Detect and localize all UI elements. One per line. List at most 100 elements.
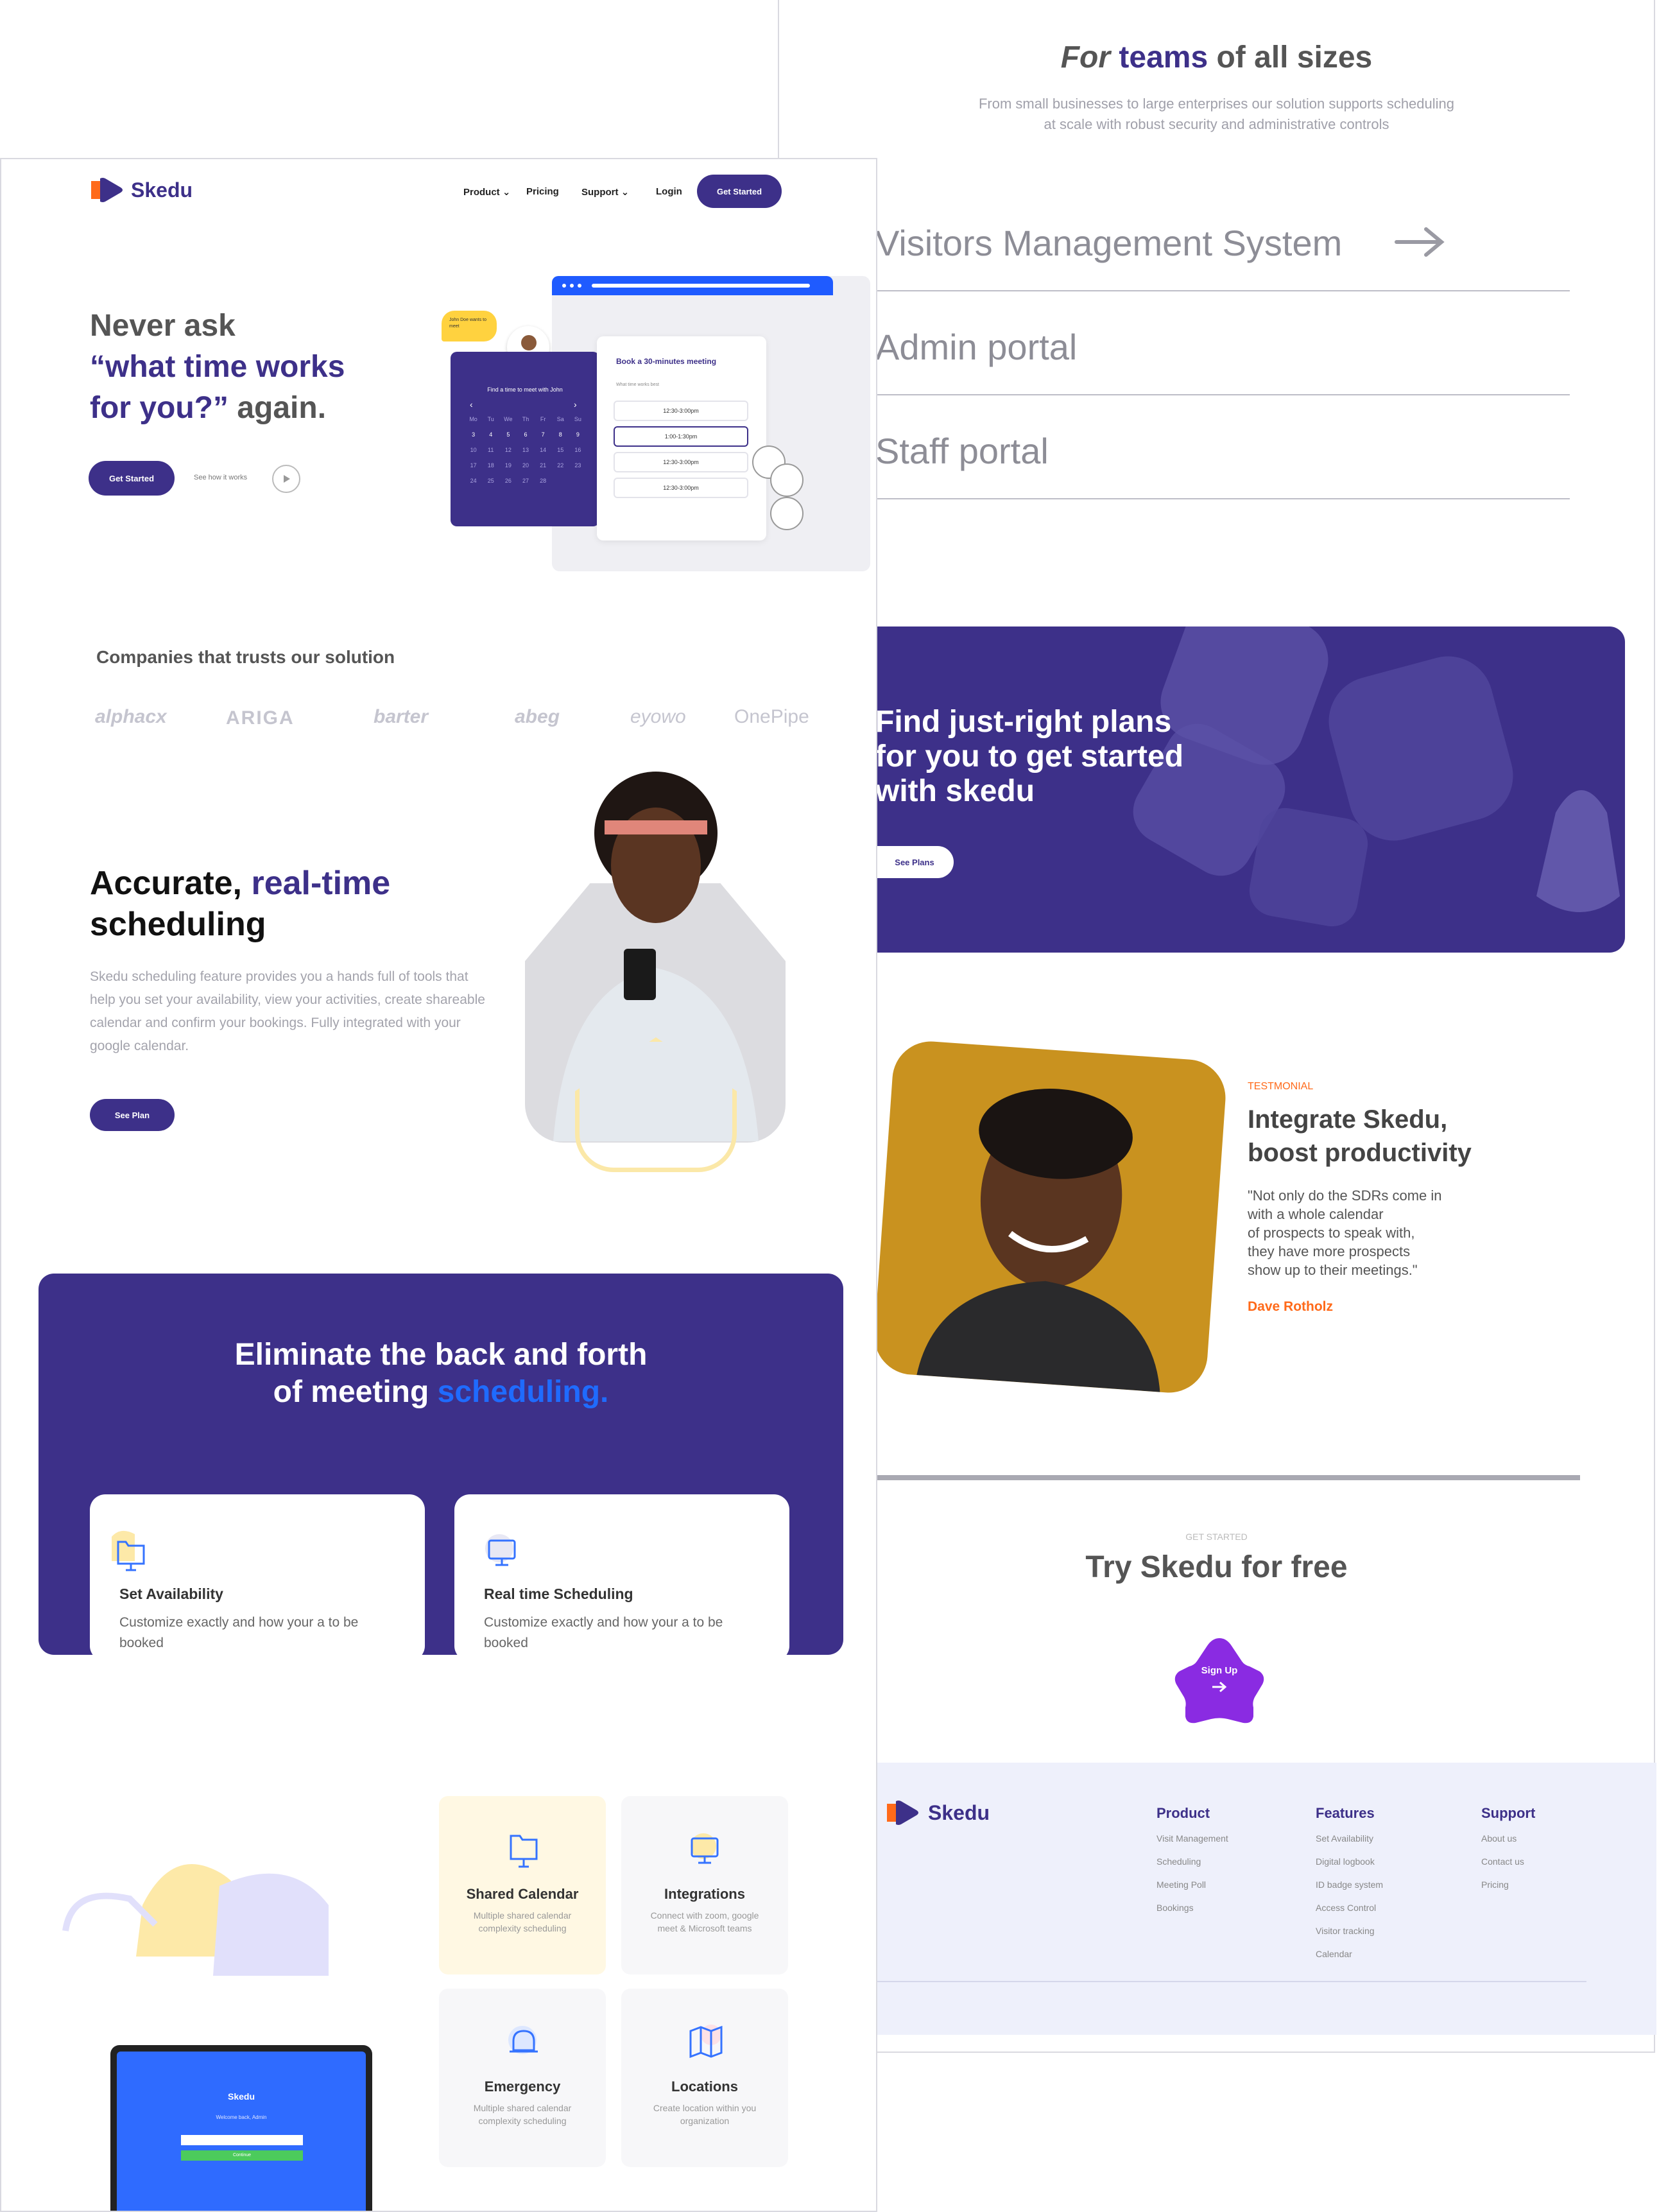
plans-banner: Find just-right plans for you to get star… [875,626,1625,953]
company-logo-barter: barter [374,706,429,727]
divider [875,290,1570,291]
footer-logo[interactable]: Skedu [884,1799,990,1827]
calendar-card: Find a time to meet with John ‹ › Mo Tu We… [451,352,599,526]
teams-title: For teams of all sizes [1060,40,1373,74]
signup-kicker: GET STARTED [1185,1532,1248,1542]
see-plan-button[interactable]: See Plan [90,1099,175,1131]
footer-link[interactable]: Visit Management [1156,1833,1228,1844]
footer: Skedu Product Visit Management Schedulin… [875,1763,1656,2035]
tile-text: Connect with zoom, google meet & Microso… [650,1910,759,1933]
hero-heading: Never ask “what time works for you?” aga… [90,309,345,425]
company-logo-alphacx: alphacx [95,706,167,727]
booking-card: Book a 30-minutes meeting What time work… [597,336,766,540]
monitor-icon [691,1833,719,1864]
company-logo-abeg: abeg [515,706,560,727]
laptop-screen: Skedu Welcome back, Admin Continue [110,2045,372,2211]
divider [875,498,1570,499]
see-plans-button[interactable]: See Plans [875,846,954,878]
tile-shared-calendar[interactable]: Shared Calendar Multiple shared calendar… [439,1796,606,1974]
company-logo-ariga: ARIGA [226,707,295,729]
play-icon[interactable] [272,465,300,493]
footer-link[interactable]: Scheduling [1156,1856,1201,1867]
left-page: Skedu Product ⌄ Pricing Support ⌄ Login … [0,158,877,2212]
footer-link[interactable]: Pricing [1481,1879,1509,1890]
feature-card-availability[interactable]: Set Availability Customize exactly and h… [90,1494,425,1655]
footer-link[interactable]: Visitor tracking [1316,1926,1375,1936]
right-page: For teams of all sizes From small busine… [778,0,1656,2053]
signup-title: Try Skedu for free [1085,1550,1348,1584]
sign-up-button[interactable]: Sign Up [1173,1636,1266,1725]
alarm-icon [508,2026,538,2054]
folder-icon [112,1530,145,1571]
browser-bar [552,276,833,295]
laptop-welcome: Welcome back, Admin [216,2114,267,2120]
footer-link[interactable]: About us [1481,1833,1517,1844]
tile-emergency[interactable]: Emergency Multiple shared calendar compl… [439,1989,606,2167]
footer-link[interactable]: Set Availability [1316,1833,1373,1844]
teams-subtitle: From small businesses to large enterpris… [978,96,1455,132]
testimonial-photo [872,1039,1228,1395]
footer-link[interactable]: Calendar [1316,1949,1352,1959]
feature-body: Skedu scheduling feature provides you a … [90,969,485,1053]
testimonial-title: Integrate Skedu, boost productivity [1248,1105,1472,1167]
solution-admin[interactable]: Admin portal [875,326,1077,368]
chevron-down-icon: ⌄ [502,187,511,198]
footer-heading-product: Product [1156,1805,1210,1821]
folder-icon [510,1835,538,1868]
tile-text: Create location within you organization [653,2103,757,2126]
time-slot[interactable]: 12:30-3:00pm [614,478,748,498]
footer-link[interactable]: Meeting Poll [1156,1879,1206,1890]
nav-login[interactable]: Login [656,186,682,197]
see-how-it-works-link[interactable]: See how it works [194,474,247,481]
chevron-right-icon[interactable]: › [574,399,577,410]
logo[interactable]: Skedu [89,176,193,204]
solution-visitors[interactable]: Visitors Management System [875,222,1342,264]
section-divider [875,1475,1580,1480]
card-title: Set Availability [119,1586,223,1602]
footer-link[interactable]: Contact us [1481,1856,1524,1867]
eliminate-section: Eliminate the back and forth of meeting … [39,1274,843,1655]
hero-get-started-button[interactable]: Get Started [89,461,175,496]
card-title: Real time Scheduling [484,1586,633,1602]
arrow-right-icon[interactable] [1394,226,1445,258]
solution-staff[interactable]: Staff portal [875,430,1049,472]
tile-integrations[interactable]: Integrations Connect with zoom, google m… [621,1796,788,1974]
company-logo-onepipe: OnePipe [734,706,809,727]
footer-link[interactable]: Digital logbook [1316,1856,1375,1867]
footer-link[interactable]: ID badge system [1316,1879,1383,1890]
tile-text: Multiple shared calendar complexity sche… [473,1910,572,1933]
feature-card-realtime[interactable]: Real time Scheduling Customize exactly a… [454,1494,789,1655]
tile-text: Multiple shared calendar complexity sche… [473,2103,572,2126]
arrow-right-icon [1212,1681,1227,1693]
circle-decoration [770,463,804,497]
calendar-grid: Mo Tu We Th Fr Sa Su 3456789 10 11 12 13 14 15 16 17… [469,416,581,484]
time-slot[interactable]: 12:30-3:00pm [614,452,748,472]
decorative-blobs [62,1864,329,1976]
chevron-left-icon[interactable]: ‹ [470,399,473,410]
time-slot-selected[interactable]: 1:00-1:30pm [614,426,748,447]
companies-title: Companies that trusts our solution [96,647,395,667]
nav-support[interactable]: Support ⌄ [581,186,629,198]
solutions-list: Visitors Management System Admin portal … [875,193,1570,514]
eliminate-heading: Eliminate the back and forth of meeting … [234,1338,648,1409]
skedu-logo-icon [887,1801,918,1825]
divider [875,394,1570,395]
time-slot[interactable]: 12:30-3:00pm [614,401,748,421]
laptop-input [181,2135,303,2145]
company-logo-eyowo: eyowo [630,706,686,727]
footer-link[interactable]: Access Control [1316,1903,1376,1913]
testimonial-kicker: TESTMONIAL [1248,1081,1314,1092]
card-text: Customize exactly and how your a to be b… [119,1615,359,1650]
tile-title: Locations [671,2078,738,2095]
get-started-button[interactable]: Get Started [697,175,782,208]
tile-locations[interactable]: Locations Create location within you org… [621,1989,788,2167]
testimonial-quote: "Not only do the SDRs come in with a whol… [1248,1188,1442,1278]
nav-pricing[interactable]: Pricing [526,186,559,197]
footer-link[interactable]: Bookings [1156,1903,1194,1913]
footer-heading-support: Support [1481,1805,1536,1821]
footer-divider [875,1981,1586,1982]
monitor-icon [485,1534,516,1566]
tile-title: Emergency [484,2078,561,2095]
card-text: Customize exactly and how your a to be b… [484,1615,723,1650]
nav-product[interactable]: Product ⌄ [463,186,510,198]
